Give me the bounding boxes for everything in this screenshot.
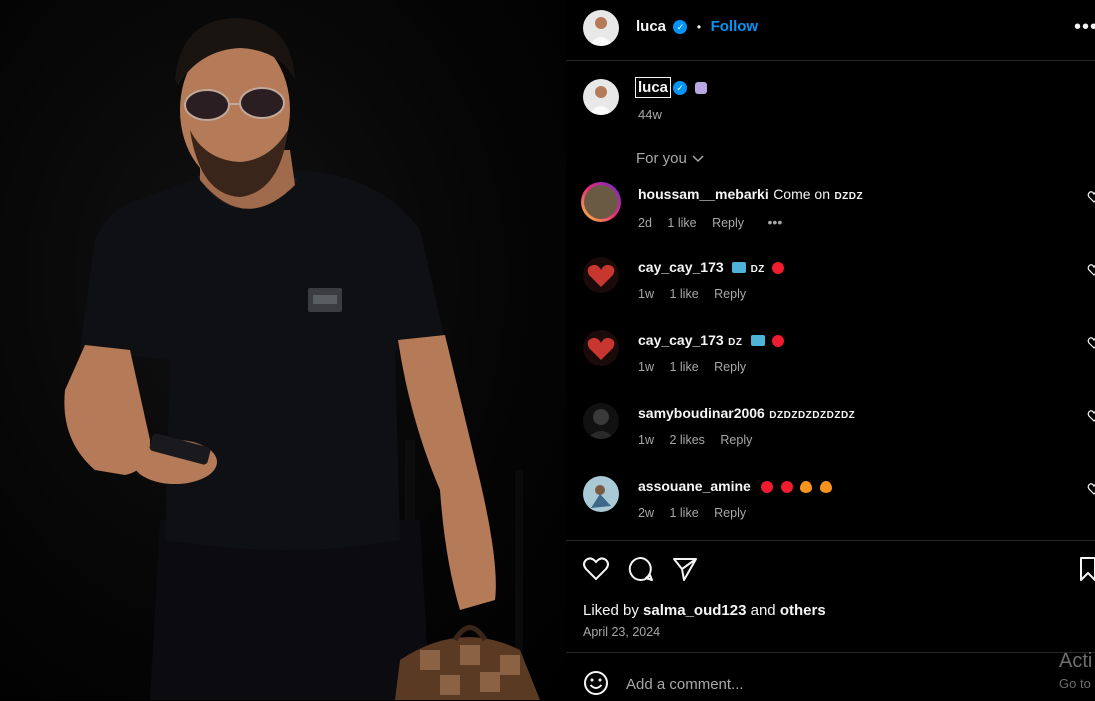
liked-by-user[interactable]: salma_oud123 bbox=[643, 602, 746, 619]
heart-emoji bbox=[772, 334, 785, 347]
avatar[interactable] bbox=[583, 330, 619, 366]
liked-by-others[interactable]: others bbox=[780, 602, 826, 619]
heart-emoji bbox=[772, 261, 785, 274]
verified-icon: ✓ bbox=[673, 80, 688, 95]
list-item: assouane_amine 2w 1 like Reply bbox=[566, 472, 1095, 532]
sort-dropdown[interactable]: For you bbox=[636, 150, 705, 167]
header-username[interactable]: luca bbox=[636, 18, 666, 35]
avatar-image bbox=[589, 17, 613, 46]
reply-button[interactable]: Reply bbox=[714, 287, 746, 301]
post-date: April 23, 2024 bbox=[583, 625, 661, 639]
comment-username[interactable]: assouane_amine bbox=[638, 478, 751, 494]
reply-button[interactable]: Reply bbox=[720, 433, 752, 447]
comment-age: 1w bbox=[638, 287, 654, 301]
comment-username[interactable]: cay_cay_173 bbox=[638, 259, 724, 275]
heart-icon[interactable] bbox=[1087, 190, 1095, 204]
heart-icon[interactable] bbox=[1087, 409, 1095, 423]
heart-emoji bbox=[780, 480, 793, 493]
post-header: luca ✓ • Follow ••• bbox=[566, 0, 1095, 61]
comment-badge: DZDZ bbox=[834, 191, 864, 202]
comment-likes[interactable]: 1 like bbox=[669, 506, 698, 520]
comment-likes[interactable]: 1 like bbox=[669, 287, 698, 301]
comment-input[interactable] bbox=[624, 672, 1008, 696]
emoji-icon[interactable] bbox=[583, 670, 609, 696]
list-item: samyboudinar2006 DZDZDZDZDZDZ 1w 2 likes… bbox=[566, 399, 1095, 459]
comment-badge: DZ bbox=[728, 337, 743, 348]
heart-icon[interactable] bbox=[1087, 482, 1095, 496]
caption-age: 44w bbox=[638, 107, 662, 122]
avatar-image bbox=[587, 409, 615, 439]
comment-likes[interactable]: 1 like bbox=[669, 360, 698, 374]
liked-by-and: and bbox=[750, 602, 776, 619]
separator: • bbox=[696, 20, 702, 34]
comment-age: 2w bbox=[638, 506, 654, 520]
comment-likes[interactable]: 1 like bbox=[667, 216, 696, 230]
reply-button[interactable]: Reply bbox=[712, 216, 744, 230]
fire-emoji bbox=[800, 480, 813, 493]
book-emoji bbox=[750, 335, 765, 347]
heart-icon[interactable] bbox=[1087, 336, 1095, 350]
avatar-image bbox=[587, 337, 615, 360]
heart-icon[interactable] bbox=[582, 556, 610, 582]
post-panel: luca ✓ • Follow ••• luca✓ 44w For you ho… bbox=[566, 0, 1095, 700]
liked-by: Liked by salma_oud123 and others bbox=[583, 602, 826, 619]
book-emoji bbox=[732, 262, 747, 274]
comment-meta: 2d 1 like Reply ••• bbox=[638, 214, 794, 230]
avatar[interactable] bbox=[583, 10, 619, 46]
avatar-image bbox=[587, 264, 615, 287]
reply-button[interactable]: Reply bbox=[714, 506, 746, 520]
comment-username[interactable]: samyboudinar2006 bbox=[638, 405, 765, 421]
heart-emoji bbox=[761, 480, 774, 493]
comment-meta: 2w 1 like Reply bbox=[638, 506, 758, 520]
comment-age: 1w bbox=[638, 433, 654, 447]
avatar[interactable] bbox=[583, 403, 619, 439]
avatar[interactable] bbox=[583, 257, 619, 293]
reply-button[interactable]: Reply bbox=[714, 360, 746, 374]
list-item: houssam__mebarki Come on DZDZ 2d 1 like … bbox=[566, 180, 1095, 240]
more-icon[interactable]: ••• bbox=[768, 214, 783, 230]
fire-emoji bbox=[819, 480, 832, 493]
caption-username[interactable]: luca bbox=[634, 77, 672, 98]
post-photo[interactable] bbox=[0, 0, 566, 700]
comment-badge: DZDZDZDZDZDZ bbox=[769, 410, 856, 421]
share-icon[interactable] bbox=[671, 555, 699, 583]
emoji-icon bbox=[695, 81, 708, 94]
comment-username[interactable]: houssam__mebarki bbox=[638, 186, 769, 202]
comment-text: Come on bbox=[773, 186, 830, 202]
avatar-image bbox=[589, 86, 613, 115]
avatar[interactable] bbox=[581, 182, 621, 222]
avatar-image bbox=[591, 485, 611, 508]
bookmark-icon[interactable] bbox=[1078, 556, 1095, 582]
caption-avatar[interactable] bbox=[583, 79, 619, 115]
caption: luca ✓ 44w bbox=[566, 62, 1095, 142]
more-icon[interactable]: ••• bbox=[1074, 16, 1095, 39]
comment-meta: 1w 1 like Reply bbox=[638, 287, 758, 301]
chevron-down-icon bbox=[692, 155, 704, 163]
avatar[interactable] bbox=[583, 476, 619, 512]
post-actions: Liked by salma_oud123 and others April 2… bbox=[566, 540, 1095, 653]
comment-age: 2d bbox=[638, 216, 652, 230]
heart-icon[interactable] bbox=[1087, 263, 1095, 277]
watermark-line2: Go to bbox=[1059, 676, 1091, 691]
photo-illustration bbox=[64, 18, 540, 700]
comment-icon[interactable] bbox=[627, 555, 655, 583]
verified-icon: ✓ bbox=[673, 19, 688, 34]
add-comment-bar: Acti Go to bbox=[566, 650, 1095, 701]
watermark-line1: Acti bbox=[1059, 650, 1093, 672]
comment-meta: 1w 2 likes Reply bbox=[638, 433, 764, 447]
comment-age: 1w bbox=[638, 360, 654, 374]
comment-likes[interactable]: 2 likes bbox=[669, 433, 704, 447]
comment-username[interactable]: cay_cay_173 bbox=[638, 332, 724, 348]
follow-button[interactable]: Follow bbox=[711, 18, 759, 35]
list-item: cay_cay_173 DZ 1w 1 like Reply bbox=[566, 253, 1095, 313]
comment-meta: 1w 1 like Reply bbox=[638, 360, 758, 374]
liked-by-prefix: Liked by bbox=[583, 602, 639, 619]
sort-label: For you bbox=[636, 150, 687, 167]
list-item: cay_cay_173 DZ 1w 1 like Reply bbox=[566, 326, 1095, 386]
comment-badge: DZ bbox=[750, 264, 765, 275]
